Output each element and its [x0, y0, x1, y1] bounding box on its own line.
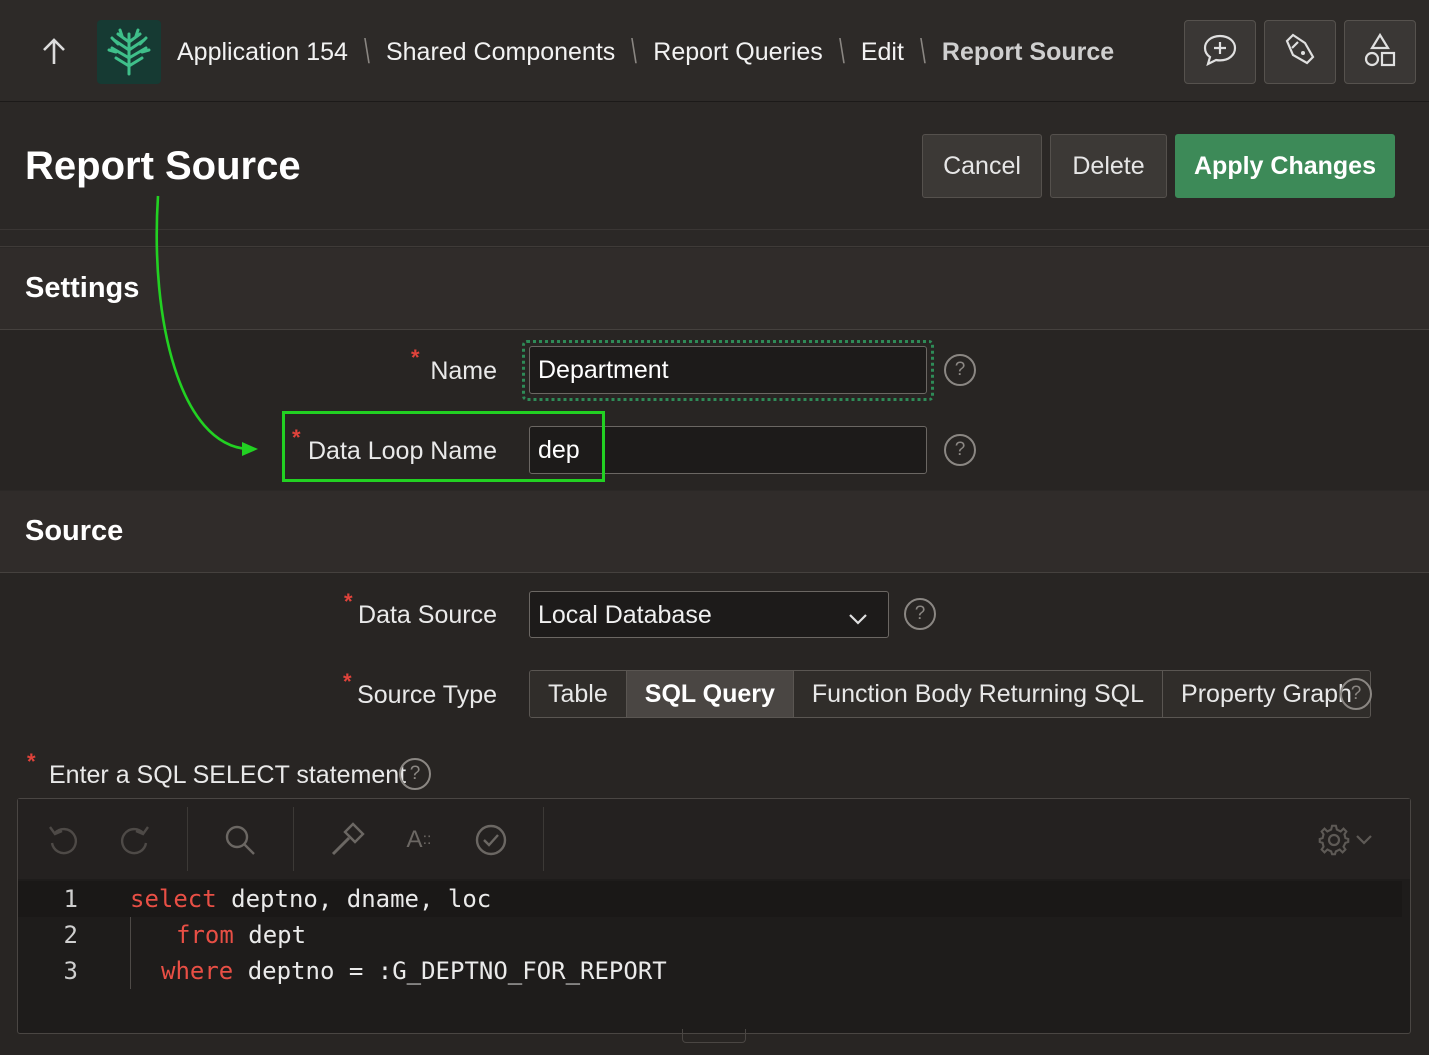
annotation-arrow-icon: [155, 195, 258, 456]
